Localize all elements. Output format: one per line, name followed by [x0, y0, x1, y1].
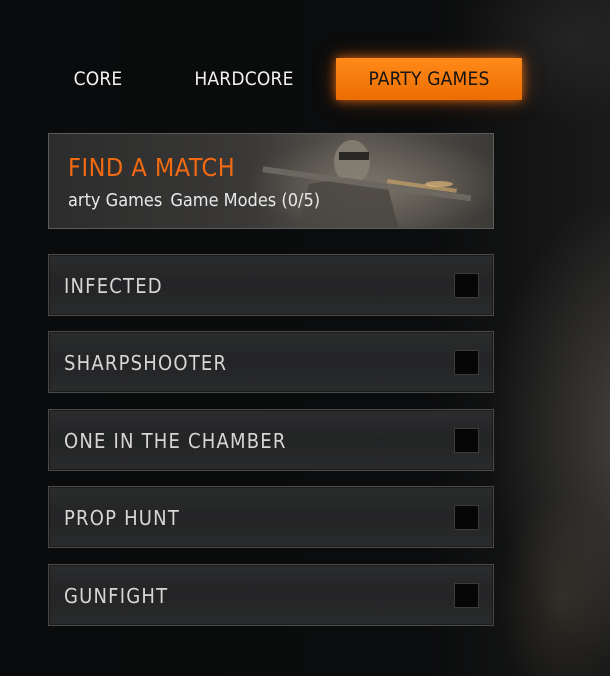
mode-checkbox[interactable]: [454, 273, 479, 298]
banner-subtitle-count: Game Modes (0/5): [170, 190, 321, 211]
mode-row-infected[interactable]: INFECTED: [48, 254, 494, 316]
mode-checkbox[interactable]: [454, 350, 479, 375]
banner-subtitle: arty Games Game Modes (0/5): [68, 190, 320, 211]
mode-checkbox[interactable]: [454, 505, 479, 530]
mode-label: PROP HUNT: [64, 506, 181, 530]
mode-checkbox[interactable]: [454, 428, 479, 453]
mode-row-gunfight[interactable]: GUNFIGHT: [48, 564, 494, 626]
mode-checkbox[interactable]: [454, 583, 479, 608]
tab-core[interactable]: CORE: [48, 58, 148, 100]
tab-hardcore[interactable]: HARDCORE: [190, 58, 298, 100]
mode-label: SHARPSHOOTER: [64, 351, 228, 375]
mode-row-one-in-the-chamber[interactable]: ONE IN THE CHAMBER: [48, 409, 494, 471]
banner-title: FIND A MATCH: [68, 153, 236, 182]
mode-label: ONE IN THE CHAMBER: [64, 429, 287, 453]
mode-label: GUNFIGHT: [64, 584, 169, 608]
mode-label: INFECTED: [64, 274, 163, 298]
tab-party-games[interactable]: PARTY GAMES: [336, 58, 522, 100]
mode-row-prop-hunt[interactable]: PROP HUNT: [48, 486, 494, 548]
find-a-match-banner[interactable]: FIND A MATCH arty Games Game Modes (0/5): [48, 133, 494, 229]
banner-subtitle-playlist: arty Games: [68, 190, 163, 211]
mode-row-sharpshooter[interactable]: SHARPSHOOTER: [48, 331, 494, 393]
